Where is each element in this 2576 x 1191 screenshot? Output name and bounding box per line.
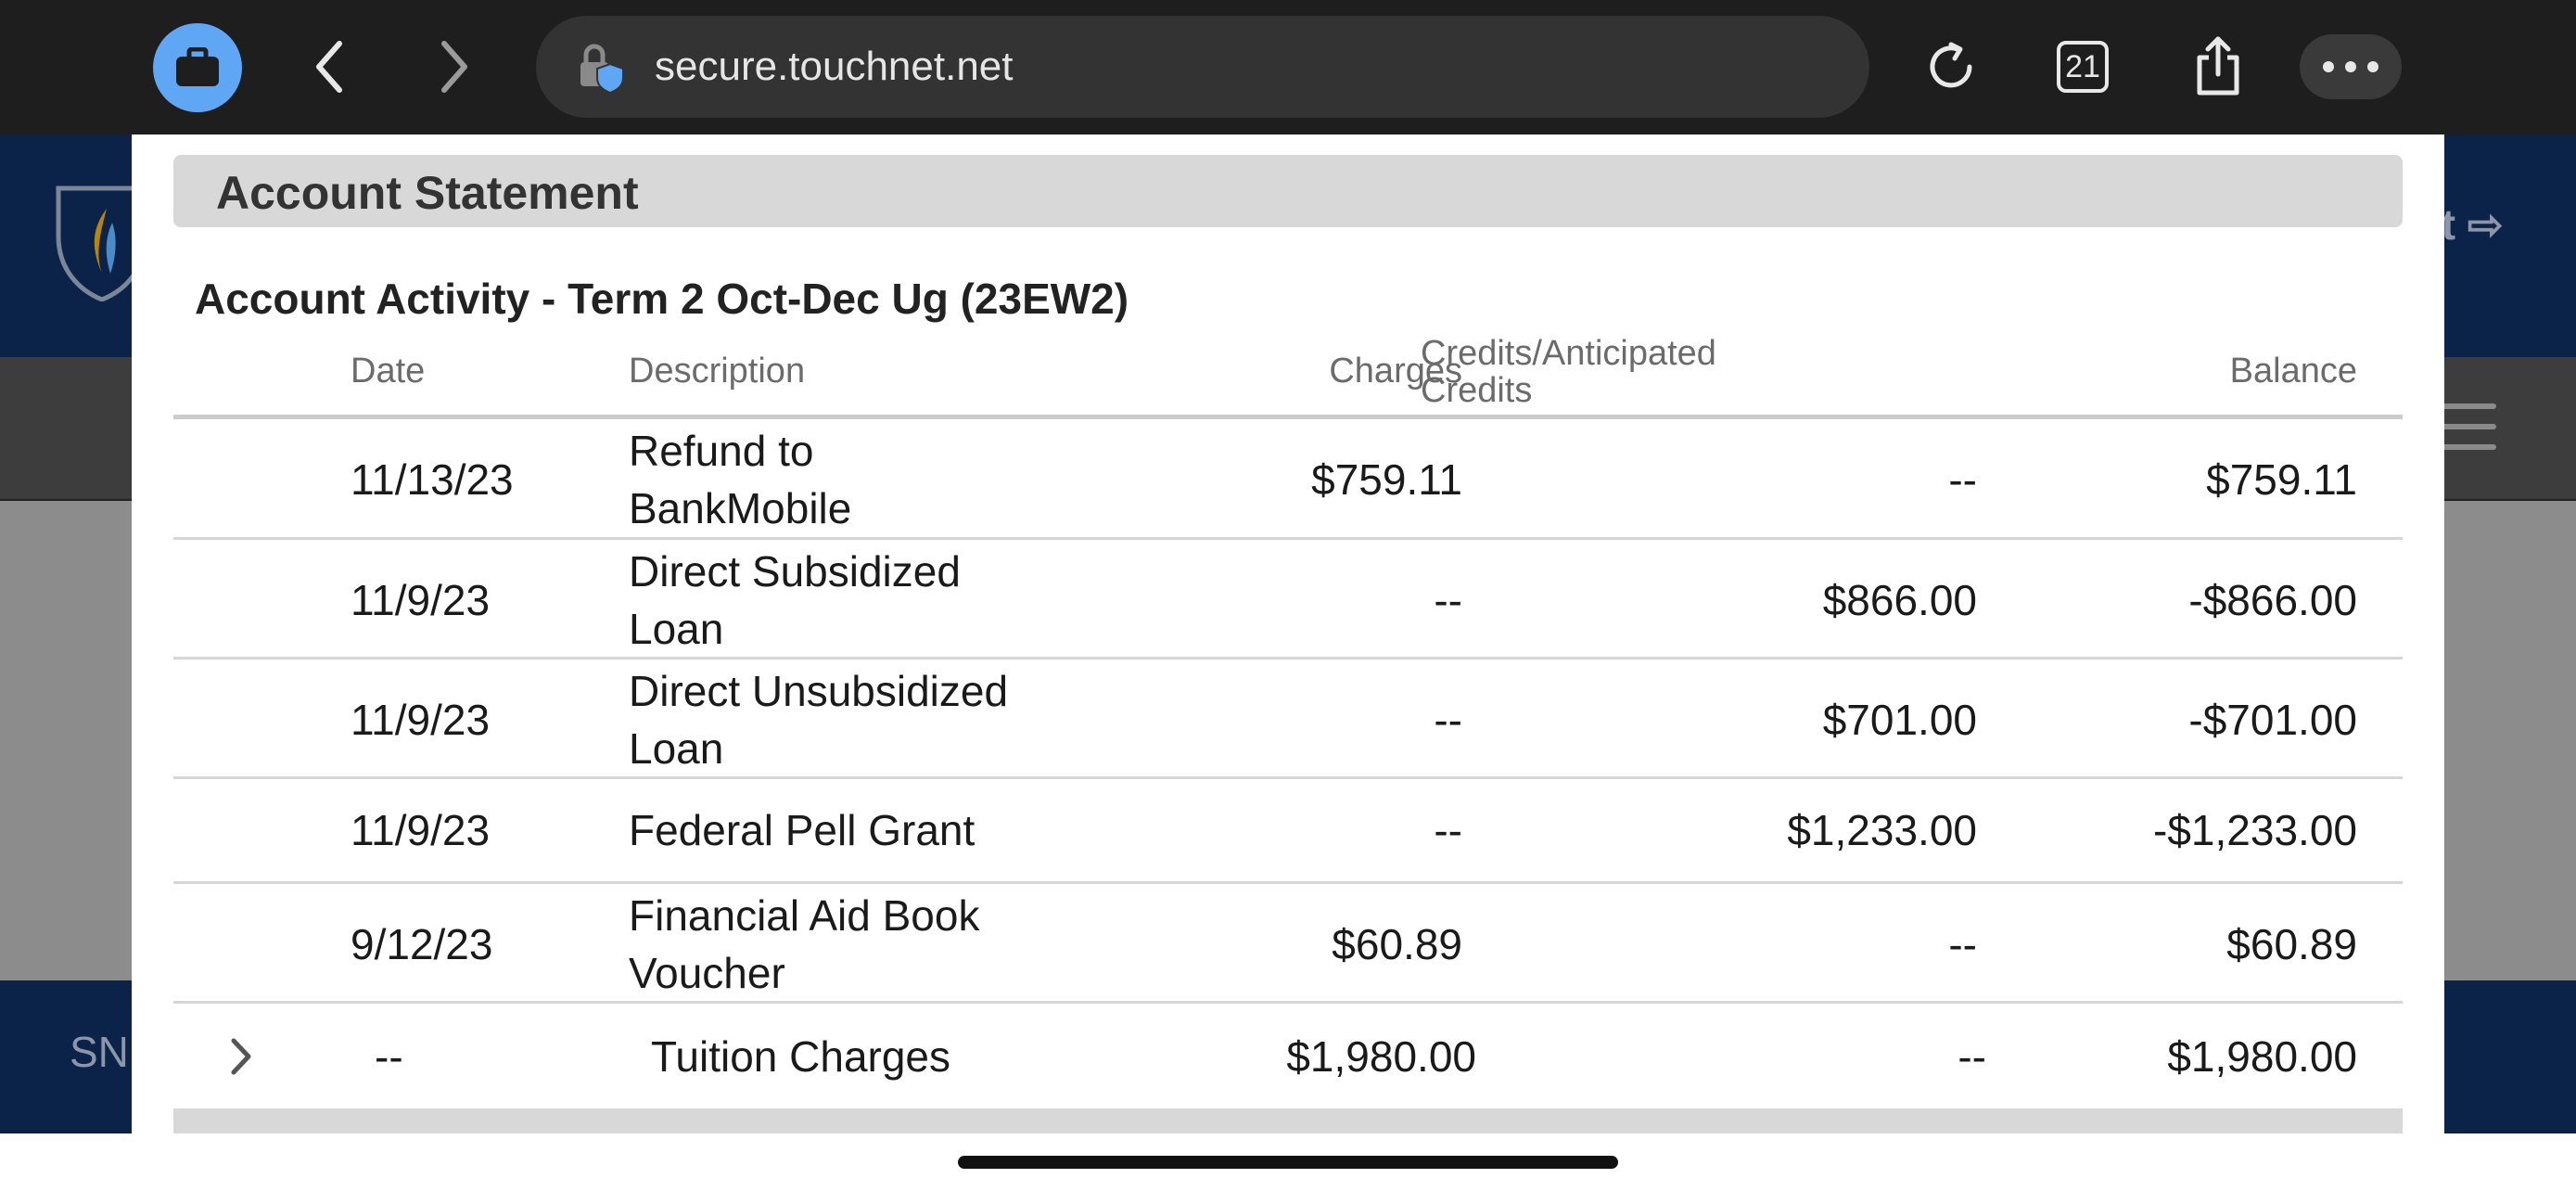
row-date: 11/9/23 bbox=[351, 806, 491, 854]
bottom-safe-area bbox=[0, 1133, 2576, 1191]
row-charges: -- bbox=[1434, 806, 1462, 854]
row-credits: -- bbox=[1958, 1032, 1986, 1081]
row-description: Refund to BankMobile bbox=[629, 422, 851, 537]
row-date: 11/13/23 bbox=[351, 455, 514, 504]
row-description: Financial Aid Book Voucher bbox=[629, 887, 979, 1002]
url-text: secure.touchnet.net bbox=[655, 44, 1014, 89]
row-description-line2: BankMobile bbox=[629, 484, 852, 532]
row-description: Direct Unsubsidized Loan bbox=[629, 662, 1008, 777]
row-balance: -$1,233.00 bbox=[2153, 806, 2357, 854]
row-credits: -- bbox=[1948, 455, 1977, 504]
briefcase-icon bbox=[176, 47, 219, 86]
row-balance: $759.11 bbox=[2206, 455, 2357, 504]
row-description: Direct Subsidized Loan bbox=[629, 543, 961, 658]
column-header-date: Date bbox=[351, 352, 426, 391]
table-row: 9/12/23 Financial Aid Book Voucher $60.8… bbox=[173, 884, 2403, 1004]
row-description: Tuition Charges bbox=[651, 1032, 951, 1081]
row-balance: -$701.00 bbox=[2188, 696, 2357, 744]
row-charges: $1,980.00 bbox=[1286, 1032, 1476, 1081]
row-balance: -$866.00 bbox=[2188, 576, 2357, 624]
home-indicator[interactable] bbox=[958, 1156, 1618, 1169]
chevron-left-icon bbox=[316, 41, 342, 93]
table-row: 11/9/23 Federal Pell Grant -- $1,233.00 … bbox=[173, 779, 2403, 884]
row-charges: $759.11 bbox=[1311, 455, 1462, 504]
more-dot-icon bbox=[2367, 61, 2378, 72]
row-date: -- bbox=[375, 1032, 403, 1081]
row-charges: $60.89 bbox=[1332, 920, 1462, 968]
column-header-charges: Charges bbox=[1329, 352, 1462, 391]
share-button[interactable] bbox=[2188, 33, 2248, 100]
more-dot-icon bbox=[2323, 61, 2334, 72]
statement-header: Account Statement bbox=[173, 155, 2403, 227]
row-balance: $60.89 bbox=[2226, 920, 2357, 968]
hamburger-menu-icon bbox=[2439, 403, 2496, 450]
row-description: Federal Pell Grant bbox=[629, 806, 976, 854]
statement-title: Account Statement bbox=[216, 167, 639, 219]
row-charges: -- bbox=[1434, 576, 1462, 624]
back-button[interactable] bbox=[301, 33, 357, 100]
row-credits: -- bbox=[1948, 920, 1977, 968]
expandable-row-tuition[interactable]: -- Tuition Charges $1,980.00 -- $1,980.0… bbox=[173, 1004, 2403, 1108]
forward-button[interactable] bbox=[427, 33, 482, 100]
row-charges: -- bbox=[1434, 696, 1462, 744]
browser-toolbar: secure.touchnet.net 21 bbox=[0, 0, 2576, 134]
column-header-balance: Balance bbox=[2229, 352, 2357, 391]
row-description-line1: Direct Unsubsidized bbox=[629, 667, 1009, 715]
table-row: 11/9/23 Direct Unsubsidized Loan -- $701… bbox=[173, 660, 2403, 779]
privacy-shield-icon bbox=[580, 44, 624, 94]
row-credits: $1,233.00 bbox=[1787, 806, 1977, 854]
column-header-credits: Credits/Anticipated Credits bbox=[1421, 335, 1716, 409]
share-icon bbox=[2197, 36, 2239, 96]
more-options-button[interactable] bbox=[2300, 34, 2402, 99]
row-date: 9/12/23 bbox=[351, 920, 493, 968]
tabs-button[interactable]: 21 bbox=[2057, 41, 2109, 93]
column-header-credits-line1: Credits/Anticipated bbox=[1421, 334, 1716, 373]
reload-button[interactable] bbox=[1921, 33, 1981, 100]
row-credits: $866.00 bbox=[1822, 576, 1977, 624]
row-description-line1: Refund to bbox=[629, 427, 814, 475]
row-balance: $1,980.00 bbox=[2167, 1032, 2357, 1081]
table-footer-strip bbox=[173, 1108, 2403, 1133]
column-header-credits-line2: Credits bbox=[1421, 371, 1533, 410]
more-dot-icon bbox=[2345, 61, 2356, 72]
footer-partial-text: SN bbox=[70, 1028, 129, 1076]
chevron-right-icon bbox=[441, 41, 467, 93]
logout-icon: ⇨ bbox=[2467, 200, 2504, 249]
row-date: 11/9/23 bbox=[351, 696, 491, 744]
address-bar[interactable]: secure.touchnet.net bbox=[536, 16, 1869, 118]
activity-title: Account Activity - Term 2 Oct-Dec Ug (23… bbox=[195, 275, 1129, 323]
account-statement-panel: Account Statement Account Activity - Ter… bbox=[132, 134, 2444, 1133]
row-date: 11/9/23 bbox=[351, 576, 491, 624]
reload-icon bbox=[1930, 42, 1972, 88]
row-credits: $701.00 bbox=[1822, 696, 1977, 744]
table-row: 11/13/23 Refund to BankMobile $759.11 --… bbox=[173, 419, 2403, 540]
row-description-line2: Loan bbox=[629, 605, 724, 653]
row-description-line1: Direct Subsidized bbox=[629, 547, 961, 596]
row-description-line2: Voucher bbox=[629, 949, 785, 997]
tab-group-button[interactable] bbox=[153, 23, 242, 112]
row-description-line1: Financial Aid Book bbox=[629, 891, 980, 940]
chevron-right-icon[interactable] bbox=[229, 1037, 253, 1076]
row-description-line2: Loan bbox=[629, 724, 724, 773]
table-row: 11/9/23 Direct Subsidized Loan -- $866.0… bbox=[173, 540, 2403, 660]
column-header-description: Description bbox=[629, 352, 806, 391]
